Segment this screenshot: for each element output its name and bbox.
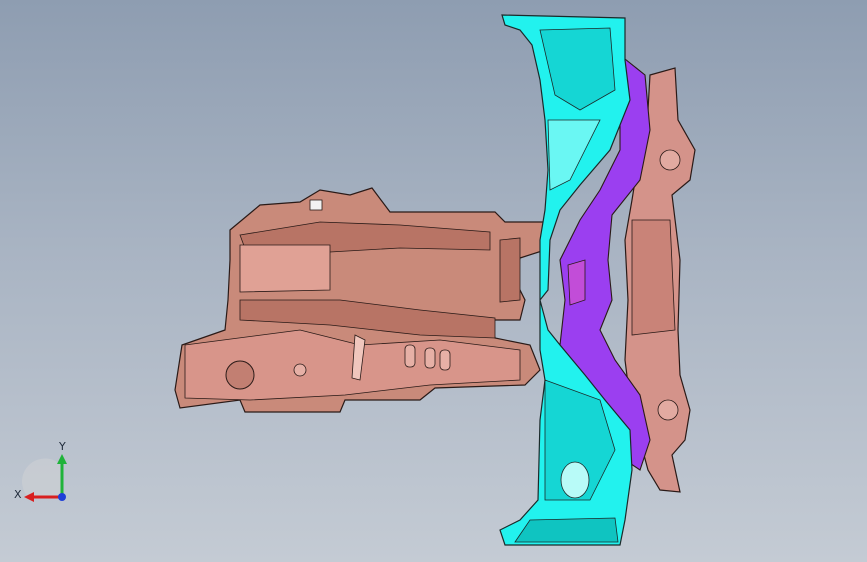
y-axis-label: Y (59, 440, 66, 453)
axis-triad: X Y (10, 440, 80, 510)
graphics-viewport[interactable]: X Y (0, 0, 867, 562)
triad-plane (21, 458, 62, 497)
y-axis-arrowhead (57, 454, 67, 464)
z-axis-dot (58, 493, 66, 501)
x-axis-label: X (14, 488, 22, 501)
cad-assembly-model[interactable] (0, 0, 867, 562)
left-salmon-panel[interactable] (174, 187, 546, 413)
